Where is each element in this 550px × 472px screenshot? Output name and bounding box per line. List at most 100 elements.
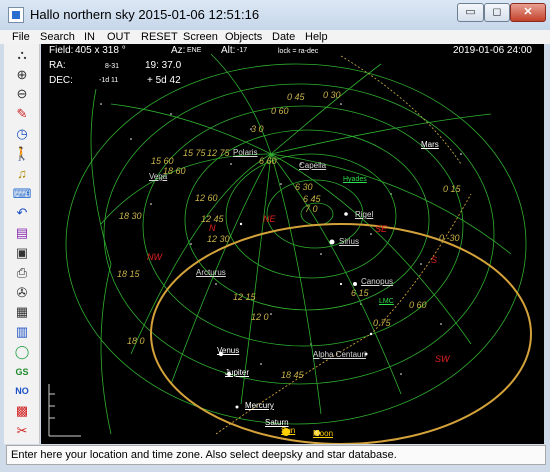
grid-label: 0 60 [409,300,427,310]
planet-label-jupiter[interactable]: Jupiter [225,368,249,377]
menu-help[interactable]: Help [305,30,328,44]
bell-icon[interactable]: ♫ [12,165,32,183]
field-value: 405 x 318 ° [75,45,126,56]
direction-n: N [209,223,216,233]
menu-date[interactable]: Date [272,30,295,44]
title-bar: Hallo northern sky 2015-01-06 12:51:16 ▭… [0,0,550,30]
planet-label-venus[interactable]: Venus [217,346,239,355]
zoom-out-icon[interactable]: ⊖ [12,85,32,103]
grid-label: 0 60 [271,106,289,116]
no-icon[interactable]: NO [12,382,32,400]
star-label-arcturus[interactable]: Arcturus [196,268,226,277]
star-label-sirius[interactable]: Sirius [339,237,359,246]
grid-label: 3 0 [251,124,264,134]
grid-icon[interactable]: ▩ [12,402,32,420]
scale-ruler [48,384,81,437]
pen-icon[interactable]: ✎ [12,105,32,123]
menu-out[interactable]: OUT [107,30,130,44]
left-toolbar: ⛬ ⊕ ⊖ ✎ ◷ 🚶 ♫ ⌨ ↶ ▤ ▣ ⎙ ✇ ▦ ▥ ◯ GS NO ▩ … [4,44,40,444]
alt-label: Alt: [221,45,236,56]
grid-label: 6 60 [259,156,277,166]
app-icon [8,7,24,23]
maximize-button[interactable]: ◻ [484,3,510,22]
grid-label: 0 30 [323,90,341,100]
grid-label: 0 45 [287,92,305,102]
grid-label: 12 15 [233,292,256,302]
grid-label: 12 45 [201,214,224,224]
grid-label: 7 0 [305,204,318,214]
dec-label: DEC: [49,75,73,86]
grid-label: 12 60 [195,193,218,203]
grid-label: 18 45 [281,370,304,380]
binoculars-icon[interactable]: ⛬ [12,46,32,64]
grid-label: 18 30 [119,211,142,221]
star-label-alpha-centauri[interactable]: Alpha Centauri [313,350,366,359]
gs-icon[interactable]: GS [12,363,32,381]
grid-label: 0 -30 [439,233,460,243]
direction-s: S [431,255,438,265]
deepsky-label-lmc[interactable]: LMC [379,298,394,305]
menu-objects[interactable]: Objects [225,30,262,44]
horizon-ellipse [150,223,532,444]
star-field [100,103,462,375]
menu-reset[interactable]: RESET [141,30,178,44]
deepsky-label-hyades[interactable]: Hyades [343,176,367,183]
direction-sw: SW [435,354,450,364]
grid-label: 15 75 [183,148,206,158]
menu-file[interactable]: File [12,30,30,44]
grid-label: 18 60 [163,166,186,176]
grid-label: 12 30 [207,234,230,244]
scissors-icon[interactable]: ✂ [12,422,32,440]
grid-label: 18 0 [127,336,145,346]
undo-icon[interactable]: ↶ [12,204,32,222]
save-icon[interactable]: ▣ [12,244,32,262]
ra-small: 8-31 [105,63,120,70]
grid-label: 6 15 [351,288,369,298]
dec-value: + 5d 42 [147,75,181,86]
ra-label: RA: [49,60,66,71]
star-label-polaris[interactable]: Polaris [233,148,257,157]
sky-datetime: 2019-01-06 24:00 [453,45,532,56]
moon-label[interactable]: Moon [313,429,333,438]
dec-small: -1d 11 [99,77,119,84]
ring-icon[interactable]: ◯ [12,343,32,361]
grid-label: 0 75 [373,318,391,328]
direction-ne: NE [263,214,276,224]
wrench-icon[interactable]: ✇ [12,284,32,302]
star-label-rigel[interactable]: Rigel [355,210,373,219]
menu-bar: File Search IN OUT RESET Screen Objects … [0,30,550,44]
grid-label: 12 0 [251,312,269,322]
menu-search[interactable]: Search [40,30,75,44]
sky-map[interactable]: Field: 405 x 318 ° Az: ENE Alt: -17 lock… [41,44,544,444]
calendar-icon[interactable]: ▥ [12,323,32,341]
sun-label[interactable]: Sun [281,426,295,435]
grid-label: 12 75 [207,148,230,158]
grid-label: 15 60 [151,156,174,166]
minimize-button[interactable]: ▭ [457,3,484,22]
clock-icon[interactable]: ◷ [12,125,32,143]
direction-se: SE [375,224,388,234]
planet-label-mercury[interactable]: Mercury [245,401,274,410]
close-button[interactable]: ✕ [510,3,546,22]
walker-icon[interactable]: 🚶 [12,145,32,163]
grid-label: 6 30 [295,182,313,192]
menu-screen[interactable]: Screen [183,30,218,44]
az-value: ENE [187,47,202,54]
planet-label-mars[interactable]: Mars [421,140,439,149]
status-bar[interactable]: Enter here your location and time zone. … [6,445,546,465]
lock-mode: lock = ra-dec [278,48,319,55]
window-title: Hallo northern sky 2015-01-06 12:51:16 [30,7,260,22]
books-icon[interactable]: ▤ [12,224,32,242]
sky-grid [48,53,532,444]
alt-value: -17 [237,47,248,54]
direction-nw: NW [147,252,162,262]
film-icon[interactable]: ▦ [12,303,32,321]
keyboard-icon[interactable]: ⌨ [12,185,32,203]
star-label-canopus[interactable]: Canopus [361,277,393,286]
menu-in[interactable]: IN [84,30,95,44]
zoom-in-icon[interactable]: ⊕ [12,66,32,84]
print-icon[interactable]: ⎙ [12,264,32,282]
grid-label: 6 45 [303,194,321,204]
star-label-capella[interactable]: Capella [299,161,326,170]
grid-label: 18 15 [117,269,140,279]
